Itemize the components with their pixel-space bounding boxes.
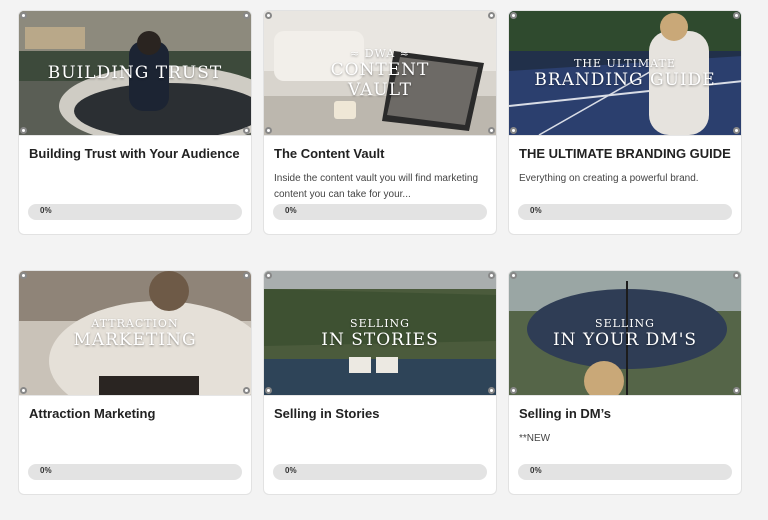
overlay-small-text: THE ULTIMATE <box>574 56 676 70</box>
corner-handle-icon <box>265 272 272 279</box>
corner-handle-icon <box>510 127 517 134</box>
overlay-line-1: BUILDING TRUST <box>47 63 223 83</box>
overlay-line-1: IN STORIES <box>321 329 439 350</box>
course-card-body: The Content Vault Inside the content vau… <box>264 136 496 234</box>
course-description: Inside the content vault you will find m… <box>274 173 478 200</box>
course-title[interactable]: Building Trust with Your Audience <box>29 146 241 161</box>
overlay-line-1: MARKETING <box>73 329 197 350</box>
progress-label: 0% <box>285 466 297 475</box>
course-thumbnail[interactable]: SELLING IN STORIES <box>264 271 496 396</box>
thumbnail-overlay-text: BUILDING TRUST <box>19 11 251 135</box>
corner-handle-icon <box>243 127 250 134</box>
course-title[interactable]: Selling in DM’s <box>519 406 731 421</box>
course-card-body: Selling in DM’s **NEW 0% <box>509 396 741 494</box>
corner-handle-icon <box>243 387 250 394</box>
corner-handle-icon <box>265 387 272 394</box>
corner-handle-icon <box>510 272 517 279</box>
progress-label: 0% <box>40 466 52 475</box>
corner-handle-icon <box>265 127 272 134</box>
thumbnail-overlay-text: ≈ DWA ≈ CONTENT VAULT <box>264 11 496 135</box>
progress-bar: 0% <box>28 204 242 220</box>
corner-handle-icon <box>733 12 740 19</box>
course-card-attraction-marketing[interactable]: ATTRACTION MARKETING Attraction Marketin… <box>18 270 252 495</box>
thumbnail-overlay-text: THE ULTIMATE BRANDING GUIDE <box>509 11 741 135</box>
progress-bar: 0% <box>28 464 242 480</box>
progress-label: 0% <box>40 206 52 215</box>
course-card-branding-guide[interactable]: THE ULTIMATE BRANDING GUIDE THE ULTIMATE… <box>508 10 742 235</box>
overlay-small-text: ATTRACTION <box>91 316 179 330</box>
corner-handle-icon <box>510 387 517 394</box>
progress-bar: 0% <box>273 464 487 480</box>
course-card-body: Attraction Marketing 0% <box>19 396 251 494</box>
overlay-small-text: SELLING <box>350 316 410 330</box>
progress-label: 0% <box>530 466 542 475</box>
corner-handle-icon <box>20 272 27 279</box>
corner-handle-icon <box>488 127 495 134</box>
overlay-line-1: CONTENT <box>330 59 430 80</box>
thumbnail-overlay-text: ATTRACTION MARKETING <box>19 271 251 395</box>
course-thumbnail[interactable]: THE ULTIMATE BRANDING GUIDE <box>509 11 741 136</box>
thumbnail-overlay-text: SELLING IN STORIES <box>264 271 496 395</box>
course-thumbnail[interactable]: ≈ DWA ≈ CONTENT VAULT <box>264 11 496 136</box>
progress-bar: 0% <box>273 204 487 220</box>
course-card-selling-in-dms[interactable]: SELLING IN YOUR DM'S Selling in DM’s **N… <box>508 270 742 495</box>
course-card-body: Selling in Stories 0% <box>264 396 496 494</box>
course-card-selling-in-stories[interactable]: SELLING IN STORIES Selling in Stories 0% <box>263 270 497 495</box>
corner-handle-icon <box>510 12 517 19</box>
thumbnail-overlay-text: SELLING IN YOUR DM'S <box>509 271 741 395</box>
course-title[interactable]: Selling in Stories <box>274 406 486 421</box>
course-thumbnail[interactable]: ATTRACTION MARKETING <box>19 271 251 396</box>
course-title[interactable]: Attraction Marketing <box>29 406 241 421</box>
corner-handle-icon <box>265 12 272 19</box>
progress-label: 0% <box>285 206 297 215</box>
corner-handle-icon <box>20 387 27 394</box>
course-card-content-vault[interactable]: ≈ DWA ≈ CONTENT VAULT The Content Vault … <box>263 10 497 235</box>
course-description: **NEW <box>519 433 551 444</box>
corner-handle-icon <box>488 387 495 394</box>
progress-label: 0% <box>530 206 542 215</box>
overlay-small-text: SELLING <box>595 316 655 330</box>
corner-handle-icon <box>488 12 495 19</box>
corner-handle-icon <box>20 127 27 134</box>
corner-handle-icon <box>243 12 250 19</box>
corner-handle-icon <box>733 127 740 134</box>
overlay-line-2: VAULT <box>348 79 412 100</box>
course-title[interactable]: The Content Vault <box>274 146 486 161</box>
course-title[interactable]: THE ULTIMATE BRANDING GUIDE <box>519 146 731 161</box>
course-card-building-trust[interactable]: BUILDING TRUST Building Trust with Your … <box>18 10 252 235</box>
corner-handle-icon <box>488 272 495 279</box>
corner-handle-icon <box>733 272 740 279</box>
progress-bar: 0% <box>518 464 732 480</box>
course-card-body: Building Trust with Your Audience 0% <box>19 136 251 234</box>
course-thumbnail[interactable]: SELLING IN YOUR DM'S <box>509 271 741 396</box>
progress-bar: 0% <box>518 204 732 220</box>
corner-handle-icon <box>243 272 250 279</box>
course-description: Everything on creating a powerful brand. <box>519 173 699 184</box>
overlay-line-1: BRANDING GUIDE <box>534 69 716 90</box>
overlay-small-text: ≈ DWA ≈ <box>350 46 410 60</box>
course-card-body: THE ULTIMATE BRANDING GUIDE Everything o… <box>509 136 741 234</box>
corner-handle-icon <box>733 387 740 394</box>
corner-handle-icon <box>20 12 27 19</box>
course-thumbnail[interactable]: BUILDING TRUST <box>19 11 251 136</box>
overlay-line-1: IN YOUR DM'S <box>552 329 698 350</box>
